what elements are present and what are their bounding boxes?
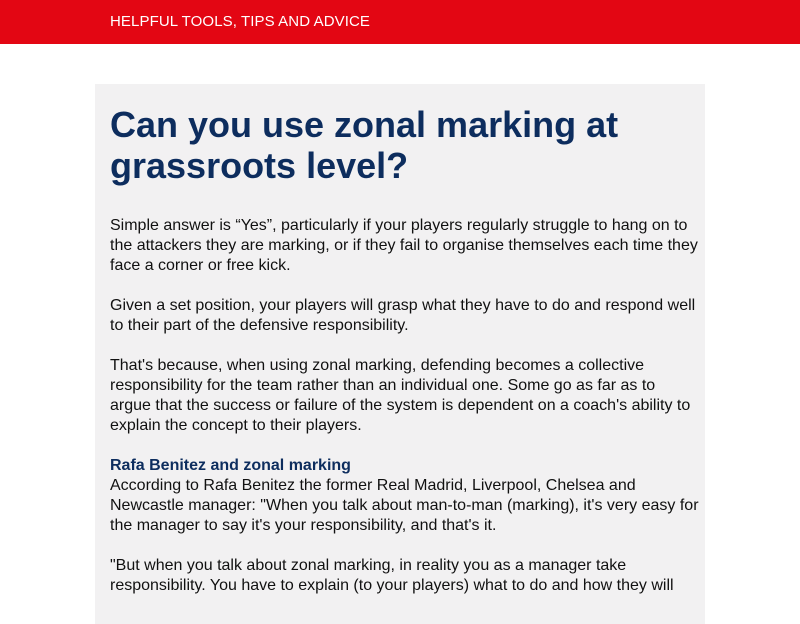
- section-body: According to Rafa Benitez the former Rea…: [110, 477, 699, 534]
- article-paragraph-1: Simple answer is “Yes”, particularly if …: [110, 217, 698, 274]
- site-header-bar: HELPFUL TOOLS, TIPS AND ADVICE: [0, 0, 800, 44]
- article-section: Rafa Benitez and zonal marking According…: [110, 456, 700, 536]
- article-paragraph-3: That's because, when using zonal marking…: [110, 357, 691, 434]
- section-heading: Rafa Benitez and zonal marking: [110, 457, 351, 474]
- article-paragraph-2: Given a set position, your players will …: [110, 297, 696, 334]
- site-tagline: HELPFUL TOOLS, TIPS AND ADVICE: [110, 13, 371, 30]
- article-title: Can you use zonal marking at grassroots …: [110, 104, 619, 186]
- article-paragraph-quote: "But when you talk about zonal marking, …: [110, 557, 674, 594]
